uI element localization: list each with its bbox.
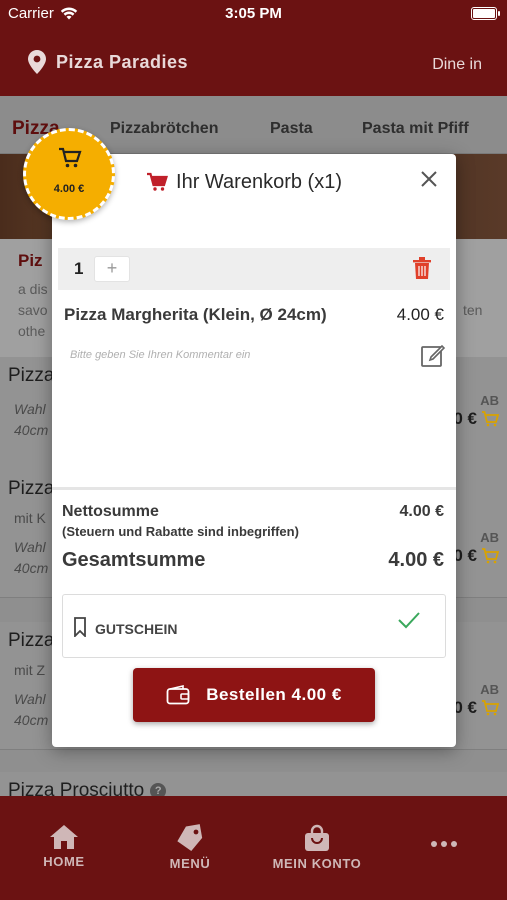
net-total-label: Nettosumme [62,503,159,520]
clock: 3:05 PM [225,5,282,22]
price-from-label: AB [480,682,499,697]
app-header: Pizza Paradies Dine in [0,28,507,96]
menu-item-name: Pizza [8,630,55,651]
category-title: Piz [18,251,43,270]
store-name: Pizza Paradies [56,51,189,72]
store-selector[interactable]: Pizza Paradies [28,50,188,74]
cart-modal: Ihr Warenkorb (x1) 1 + Pizza Margherita … [52,154,456,747]
price-from-label: AB [480,393,499,408]
location-pin-icon [28,50,46,74]
grand-total-value: 4.00 € [388,549,444,571]
cart-icon [147,172,169,191]
voucher-field[interactable]: GUTSCHEIN [62,594,446,658]
cart-badge[interactable]: 4.00 € [23,128,115,220]
net-total-value: 4.00 € [399,503,444,520]
tab-pasta[interactable]: Pasta [270,120,313,138]
section-divider [52,487,456,490]
tag-icon [177,824,203,851]
bookmark-icon [74,617,86,637]
cart-item-price: 4.00 € [396,305,444,324]
cart-icon [59,147,82,168]
menu-item-price: 0 € [453,698,499,718]
nav-menu[interactable]: MENÜ [164,824,216,871]
cart-item-name: Pizza Margherita (Klein, Ø 24cm) [64,305,327,324]
menu-item-desc: mit K Wahl 40cm [14,510,49,576]
cart-modal-title: Ihr Warenkorb (x1) [176,170,342,193]
wallet-icon [166,685,190,705]
net-total-note: (Steuern und Rabatte sind inbegriffen) [62,524,299,539]
tab-pizzabroetchen[interactable]: Pizzabrötchen [110,120,218,138]
dine-mode-toggle[interactable]: Dine in [432,56,482,74]
quantity-row: 1 + [58,248,450,290]
increase-quantity-button[interactable]: + [94,256,130,282]
comment-input[interactable]: Bitte geben Sie Ihren Kommentar ein [70,349,250,361]
battery-icon [471,7,500,20]
order-button-label: Bestellen 4.00 € [206,685,342,704]
order-button[interactable]: Bestellen 4.00 € [133,668,375,722]
menu-item-desc: Wahl 40cm [14,401,49,438]
add-to-cart-icon[interactable] [481,700,499,716]
trash-icon[interactable] [412,256,432,280]
price-from-label: AB [480,530,499,545]
status-bar: Carrier 3:05 PM [0,0,507,28]
close-icon[interactable] [416,166,442,192]
quantity-value: 1 [74,259,84,278]
menu-item-price: 0 € [453,546,499,566]
menu-item-desc: mit Z Wahl 40cm [14,662,49,728]
menu-item-name: Pizza [8,365,55,386]
check-icon[interactable] [397,610,421,630]
edit-icon[interactable] [420,342,446,368]
home-icon [50,825,78,849]
grand-total-label: Gesamtsumme [62,549,206,571]
add-to-cart-icon[interactable] [481,411,499,427]
nav-more[interactable] [424,840,464,852]
more-icon [431,841,457,847]
nav-home[interactable]: HOME [38,824,90,869]
menu-item-price: 0 € [453,409,499,429]
tab-pasta-mit-pfiff[interactable]: Pasta mit Pfiff [362,120,469,138]
bag-icon [305,824,329,851]
menu-item-name: Pizza [8,478,55,499]
nav-my-account[interactable]: MEIN KONTO [268,824,366,871]
voucher-label: GUTSCHEIN [95,621,178,637]
cart-badge-total: 4.00 € [53,183,85,195]
add-to-cart-icon[interactable] [481,548,499,564]
bottom-nav: HOME MENÜ MEIN KONTO [0,796,507,900]
